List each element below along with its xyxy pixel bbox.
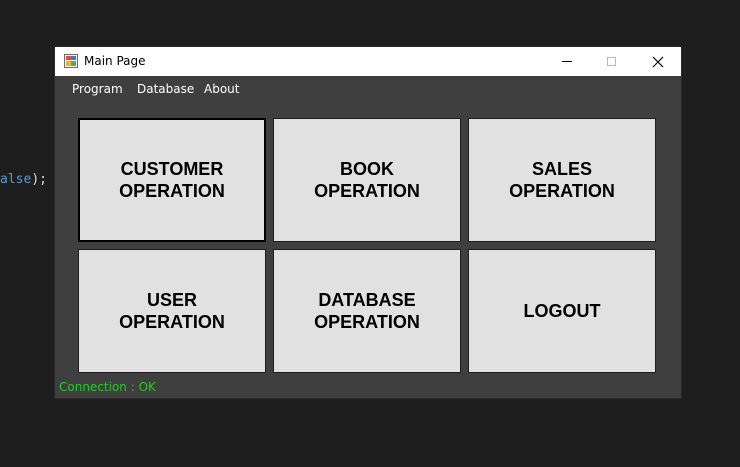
database-operation-button[interactable]: DATABASE OPERATION (273, 249, 461, 373)
customer-operation-button[interactable]: CUSTOMER OPERATION (78, 118, 266, 242)
minimize-button[interactable] (544, 47, 589, 76)
menu-item-about[interactable]: About (204, 82, 239, 96)
book-operation-button[interactable]: BOOK OPERATION (273, 118, 461, 242)
menu-bar: Program Database About (55, 76, 681, 100)
title-bar[interactable]: Main Page (55, 47, 681, 76)
maximize-icon (607, 57, 616, 66)
customer-operation-label: CUSTOMER OPERATION (119, 159, 225, 201)
window-title: Main Page (84, 54, 146, 68)
user-operation-label: USER OPERATION (119, 290, 225, 332)
main-window: Main Page Program Database About CUSTOME… (55, 47, 681, 398)
close-icon (652, 56, 663, 67)
logout-label: LOGOUT (523, 301, 601, 321)
background-code-fragment: alse); (0, 172, 47, 187)
close-button[interactable] (635, 47, 680, 76)
app-window-icon (64, 54, 78, 68)
database-operation-label: DATABASE OPERATION (314, 290, 420, 332)
connection-status: Connection : OK (59, 380, 156, 394)
sales-operation-button[interactable]: SALES OPERATION (468, 118, 656, 242)
logout-button[interactable]: LOGOUT (468, 249, 656, 373)
user-operation-button[interactable]: USER OPERATION (78, 249, 266, 373)
code-punctuation: ); (31, 172, 47, 187)
menu-item-program[interactable]: Program (72, 82, 123, 96)
sales-operation-label: SALES OPERATION (509, 159, 615, 201)
code-keyword: alse (0, 172, 32, 187)
maximize-button[interactable] (589, 47, 634, 76)
menu-item-database[interactable]: Database (137, 82, 194, 96)
book-operation-label: BOOK OPERATION (314, 159, 420, 201)
minimize-icon (561, 61, 572, 62)
